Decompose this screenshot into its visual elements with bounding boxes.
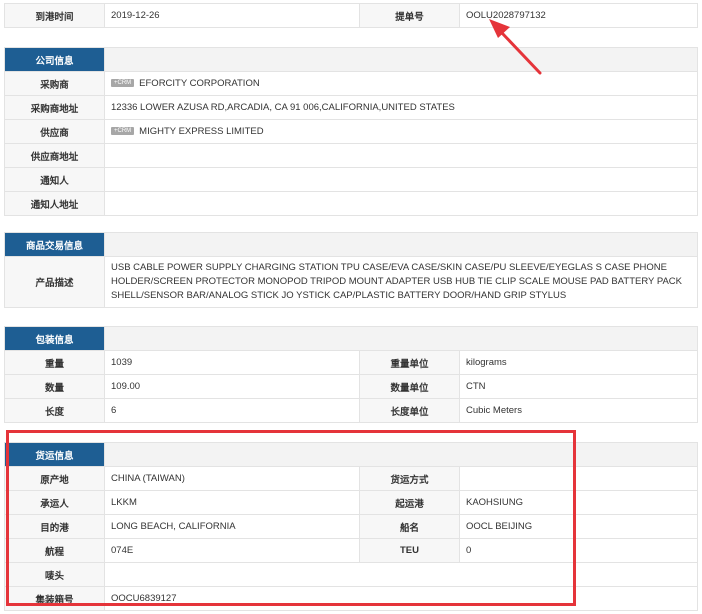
length-unit-label: 长度单位 bbox=[359, 398, 460, 423]
marks-row: 唛头 bbox=[4, 562, 698, 587]
weight-unit-label: 重量单位 bbox=[359, 350, 460, 375]
company-table: 公司信息 采购商 +CRM EFORCITY CORPORATION 采购商地址 … bbox=[4, 47, 698, 216]
supplier-row: 供应商 +CRM MIGHTY EXPRESS LIMITED bbox=[4, 119, 698, 144]
length-value: 6 bbox=[104, 398, 360, 423]
container-number-label: 集装箱号 bbox=[4, 586, 105, 611]
voyage-label: 航程 bbox=[4, 538, 105, 563]
supplier-address-row: 供应商地址 bbox=[4, 143, 698, 168]
arrival-table: 到港时间 2019-12-26 提单号 OOLU2028797132 bbox=[4, 3, 698, 28]
product-description-row: 产品描述 USB CABLE POWER SUPPLY CHARGING STA… bbox=[4, 256, 698, 308]
vessel-name-label: 船名 bbox=[359, 514, 460, 539]
bl-number-value: OOLU2028797132 bbox=[459, 3, 698, 28]
marks-value bbox=[104, 562, 698, 587]
goods-section-header: 商品交易信息 bbox=[4, 232, 698, 257]
section-header-fill bbox=[104, 47, 698, 72]
notify-address-label: 通知人地址 bbox=[4, 191, 105, 216]
weight-label: 重量 bbox=[4, 350, 105, 375]
supplier-address-value bbox=[104, 143, 698, 168]
supplier-address-label: 供应商地址 bbox=[4, 143, 105, 168]
destination-row: 目的港 LONG BEACH, CALIFORNIA 船名 OOCL BEIJI… bbox=[4, 514, 698, 539]
buyer-address-value: 12336 LOWER AZUSA RD,ARCADIA, CA 91 006,… bbox=[104, 95, 698, 120]
transport-mode-value bbox=[459, 466, 698, 491]
packing-section-title: 包装信息 bbox=[4, 326, 105, 351]
notify-row: 通知人 bbox=[4, 167, 698, 192]
length-row: 长度 6 长度单位 Cubic Meters bbox=[4, 398, 698, 423]
company-section-header: 公司信息 bbox=[4, 47, 698, 72]
buyer-row: 采购商 +CRM EFORCITY CORPORATION bbox=[4, 71, 698, 96]
goods-section-title: 商品交易信息 bbox=[4, 232, 105, 257]
weight-value: 1039 bbox=[104, 350, 360, 375]
weight-row: 重量 1039 重量单位 kilograms bbox=[4, 350, 698, 375]
buyer-label: 采购商 bbox=[4, 71, 105, 96]
arrival-date-label: 到港时间 bbox=[4, 3, 105, 28]
teu-label: TEU bbox=[359, 538, 460, 563]
arrival-date-value: 2019-12-26 bbox=[104, 3, 360, 28]
section-header-fill bbox=[104, 326, 698, 351]
container-row: 集装箱号 OOCU6839127 bbox=[4, 586, 698, 611]
port-of-loading-label: 起运港 bbox=[359, 490, 460, 515]
section-header-fill bbox=[104, 442, 698, 467]
teu-value: 0 bbox=[459, 538, 698, 563]
origin-value: CHINA (TAIWAN) bbox=[104, 466, 360, 491]
quantity-unit-label: 数量单位 bbox=[359, 374, 460, 399]
crm-badge[interactable]: +CRM bbox=[111, 79, 135, 88]
arrival-row: 到港时间 2019-12-26 提单号 OOLU2028797132 bbox=[4, 3, 698, 28]
shipping-section-header: 货运信息 bbox=[4, 442, 698, 467]
shipping-section-title: 货运信息 bbox=[4, 442, 105, 467]
notify-value bbox=[104, 167, 698, 192]
weight-unit-value: kilograms bbox=[459, 350, 698, 375]
bl-number-label: 提单号 bbox=[359, 3, 460, 28]
port-of-loading-value: KAOHSIUNG bbox=[459, 490, 698, 515]
vessel-name-value: OOCL BEIJING bbox=[459, 514, 698, 539]
quantity-row: 数量 109.00 数量单位 CTN bbox=[4, 374, 698, 399]
goods-table: 商品交易信息 产品描述 USB CABLE POWER SUPPLY CHARG… bbox=[4, 232, 698, 308]
container-number-value: OOCU6839127 bbox=[104, 586, 698, 611]
carrier-label: 承运人 bbox=[4, 490, 105, 515]
buyer-address-row: 采购商地址 12336 LOWER AZUSA RD,ARCADIA, CA 9… bbox=[4, 95, 698, 120]
destination-port-label: 目的港 bbox=[4, 514, 105, 539]
supplier-label: 供应商 bbox=[4, 119, 105, 144]
carrier-value: LKKM bbox=[104, 490, 360, 515]
buyer-cell: +CRM EFORCITY CORPORATION bbox=[104, 71, 698, 96]
destination-port-value: LONG BEACH, CALIFORNIA bbox=[104, 514, 360, 539]
origin-label: 原产地 bbox=[4, 466, 105, 491]
crm-badge[interactable]: +CRM bbox=[111, 127, 135, 136]
packing-table: 包装信息 重量 1039 重量单位 kilograms 数量 109.00 数量… bbox=[4, 326, 698, 423]
voyage-row: 航程 074E TEU 0 bbox=[4, 538, 698, 563]
quantity-unit-value: CTN bbox=[459, 374, 698, 399]
marks-label: 唛头 bbox=[4, 562, 105, 587]
carrier-row: 承运人 LKKM 起运港 KAOHSIUNG bbox=[4, 490, 698, 515]
product-description-value: USB CABLE POWER SUPPLY CHARGING STATION … bbox=[104, 256, 698, 308]
shipping-table: 货运信息 原产地 CHINA (TAIWAN) 货运方式 承运人 LKKM 起运… bbox=[4, 442, 698, 611]
product-description-label: 产品描述 bbox=[4, 256, 105, 308]
length-label: 长度 bbox=[4, 398, 105, 423]
buyer-address-label: 采购商地址 bbox=[4, 95, 105, 120]
supplier-value: MIGHTY EXPRESS LIMITED bbox=[139, 126, 264, 137]
notify-address-value bbox=[104, 191, 698, 216]
packing-section-header: 包装信息 bbox=[4, 326, 698, 351]
buyer-value: EFORCITY CORPORATION bbox=[139, 78, 260, 89]
transport-mode-label: 货运方式 bbox=[359, 466, 460, 491]
section-header-fill bbox=[104, 232, 698, 257]
origin-row: 原产地 CHINA (TAIWAN) 货运方式 bbox=[4, 466, 698, 491]
notify-address-row: 通知人地址 bbox=[4, 191, 698, 216]
supplier-cell: +CRM MIGHTY EXPRESS LIMITED bbox=[104, 119, 698, 144]
quantity-value: 109.00 bbox=[104, 374, 360, 399]
company-section-title: 公司信息 bbox=[4, 47, 105, 72]
notify-label: 通知人 bbox=[4, 167, 105, 192]
quantity-label: 数量 bbox=[4, 374, 105, 399]
voyage-value: 074E bbox=[104, 538, 360, 563]
length-unit-value: Cubic Meters bbox=[459, 398, 698, 423]
